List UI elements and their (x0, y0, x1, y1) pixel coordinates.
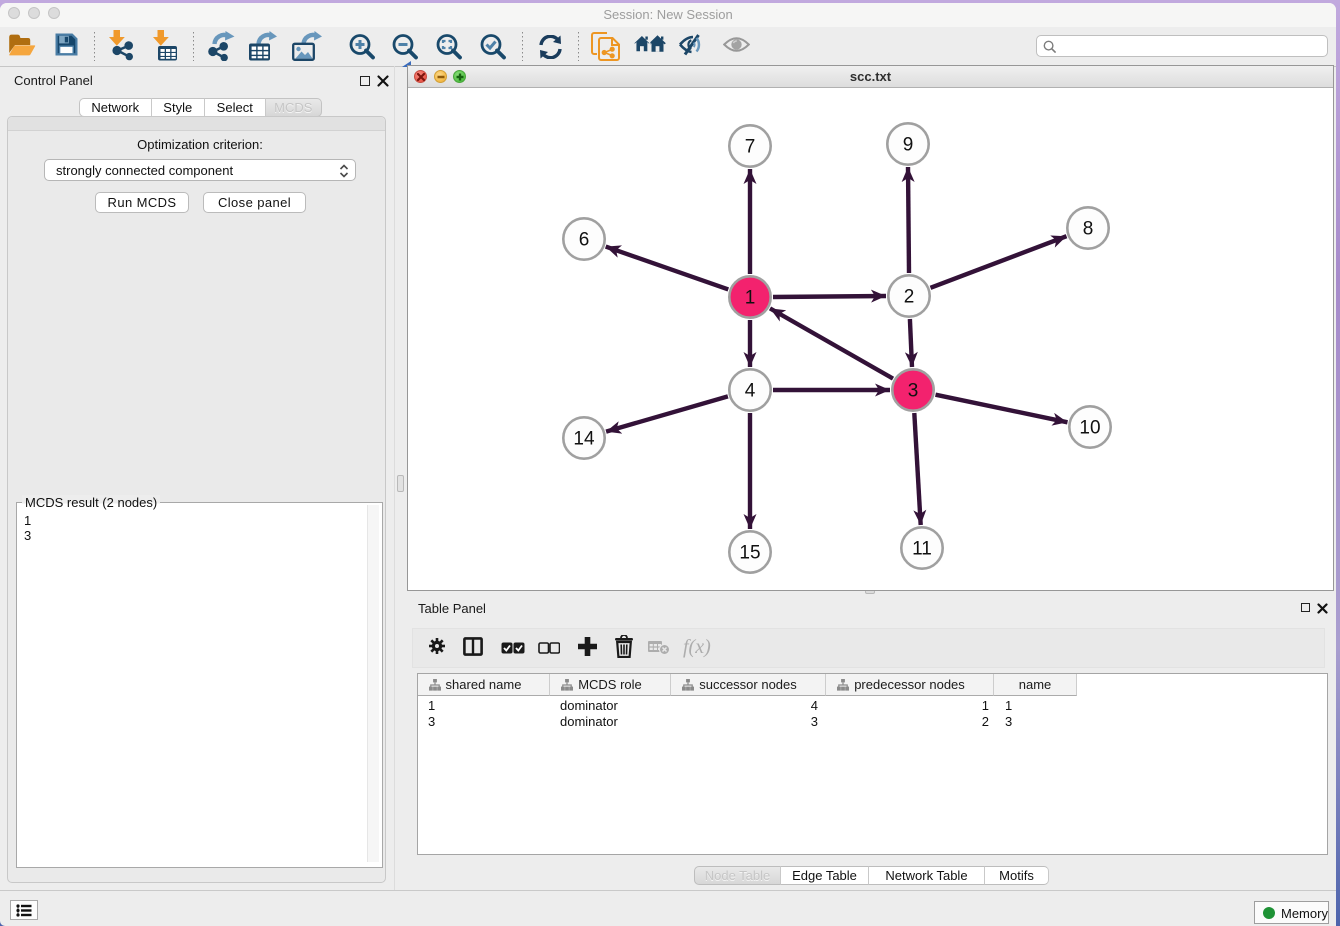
svg-text:8: 8 (1083, 219, 1094, 240)
svg-text:1: 1 (745, 288, 756, 309)
svg-text:11: 11 (912, 539, 932, 560)
svg-text:15: 15 (739, 543, 760, 564)
svg-text:4: 4 (745, 381, 756, 402)
svg-text:10: 10 (1079, 418, 1100, 439)
svg-text:2: 2 (904, 287, 915, 308)
svg-text:14: 14 (573, 429, 595, 450)
svg-text:7: 7 (745, 137, 756, 158)
svg-text:9: 9 (903, 135, 914, 156)
svg-text:3: 3 (908, 381, 919, 402)
svg-text:6: 6 (579, 230, 590, 251)
